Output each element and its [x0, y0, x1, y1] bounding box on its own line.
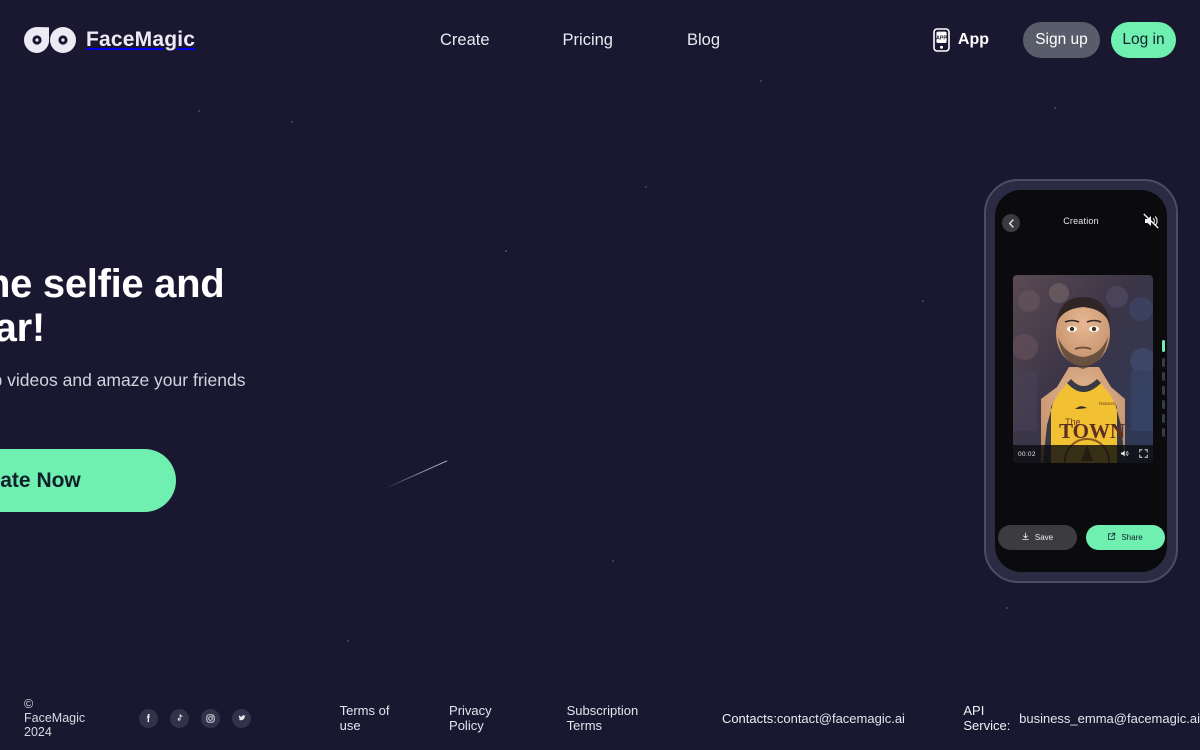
main-nav: Create Pricing Blog — [440, 0, 720, 80]
login-button[interactable]: Log in — [1111, 22, 1176, 58]
hero-title: Just one selfie and be a star! — [0, 262, 630, 350]
mobile-phone-icon: APP — [933, 28, 950, 52]
footer-link-privacy-policy[interactable]: Privacy Policy — [449, 703, 512, 733]
share-external-icon — [1107, 532, 1116, 543]
api-service-email-link[interactable]: business_emma@facemagic.ai — [1019, 711, 1200, 726]
two-eyes-logo-icon — [24, 27, 76, 53]
video-thumbnail: The TOWN Rakuten — [1013, 275, 1153, 463]
site-header: FaceMagic Create Pricing Blog APP App Si… — [0, 0, 1200, 80]
brand-logo[interactable]: FaceMagic — [24, 27, 195, 53]
phone-mockup: Creation The TOWN Rakuten 00:02 Save Sha… — [984, 179, 1178, 583]
phone-app-header: Creation — [995, 190, 1167, 246]
site-footer: © FaceMagic 2024 Terms of use Privacy Po… — [0, 686, 1200, 750]
nav-item-create[interactable]: Create — [440, 23, 490, 58]
hero-title-line-1: Just one selfie and — [0, 262, 225, 306]
signup-button[interactable]: Sign up — [1023, 22, 1100, 58]
social-links — [138, 708, 251, 728]
contacts-email-link[interactable]: contact@facemagic.ai — [777, 711, 905, 726]
hero-title-line-2: be a star! — [0, 306, 45, 350]
create-now-button[interactable]: Create Now — [0, 449, 176, 512]
api-service-label: API Service: — [963, 703, 1011, 733]
share-button[interactable]: Share — [1085, 525, 1165, 550]
video-controls: 00:02 — [1013, 445, 1153, 463]
phone-screen: Creation The TOWN Rakuten 00:02 Save Sha… — [995, 190, 1167, 572]
app-label: App — [957, 31, 989, 48]
app-download-link[interactable]: APP App — [933, 28, 989, 52]
svg-text:Rakuten: Rakuten — [1099, 401, 1116, 406]
page-root: FaceMagic Create Pricing Blog APP App Si… — [0, 0, 1200, 750]
footer-link-terms-of-use[interactable]: Terms of use — [340, 703, 398, 733]
share-label: Share — [1121, 533, 1143, 542]
twitter-icon[interactable] — [231, 708, 251, 728]
save-button[interactable]: Save — [997, 525, 1077, 550]
save-label: Save — [1034, 533, 1054, 542]
svg-text:APP: APP — [936, 36, 947, 42]
speaker-icon[interactable] — [1120, 445, 1129, 463]
hero-subtitle: create face swap videos and amaze your f… — [0, 370, 246, 390]
footer-link-subscription-terms[interactable]: Subscription Terms — [567, 703, 653, 733]
video-preview[interactable]: The TOWN Rakuten 00:02 — [1013, 275, 1153, 463]
brand-name: FaceMagic — [86, 28, 196, 51]
facebook-icon[interactable] — [138, 708, 158, 728]
phone-action-bar: Save Share — [995, 525, 1167, 550]
download-icon — [1021, 532, 1030, 543]
contacts-label: Contacts: — [721, 710, 777, 726]
header-actions: APP App Sign up Log in — [933, 0, 1176, 80]
fullscreen-icon[interactable] — [1139, 445, 1148, 463]
speaker-muted-icon[interactable] — [1142, 212, 1160, 230]
instagram-icon[interactable] — [200, 708, 220, 728]
footer-links: Terms of use Privacy Policy Subscription… — [340, 703, 1200, 733]
copyright-text: © FaceMagic 2024 — [24, 697, 86, 739]
video-timestamp: 00:02 — [1018, 450, 1036, 458]
nav-item-blog[interactable]: Blog — [687, 23, 720, 58]
nav-item-pricing[interactable]: Pricing — [563, 23, 613, 58]
hero-section: Just one selfie and be a star! create fa… — [0, 262, 630, 512]
tiktok-icon[interactable] — [169, 708, 189, 728]
